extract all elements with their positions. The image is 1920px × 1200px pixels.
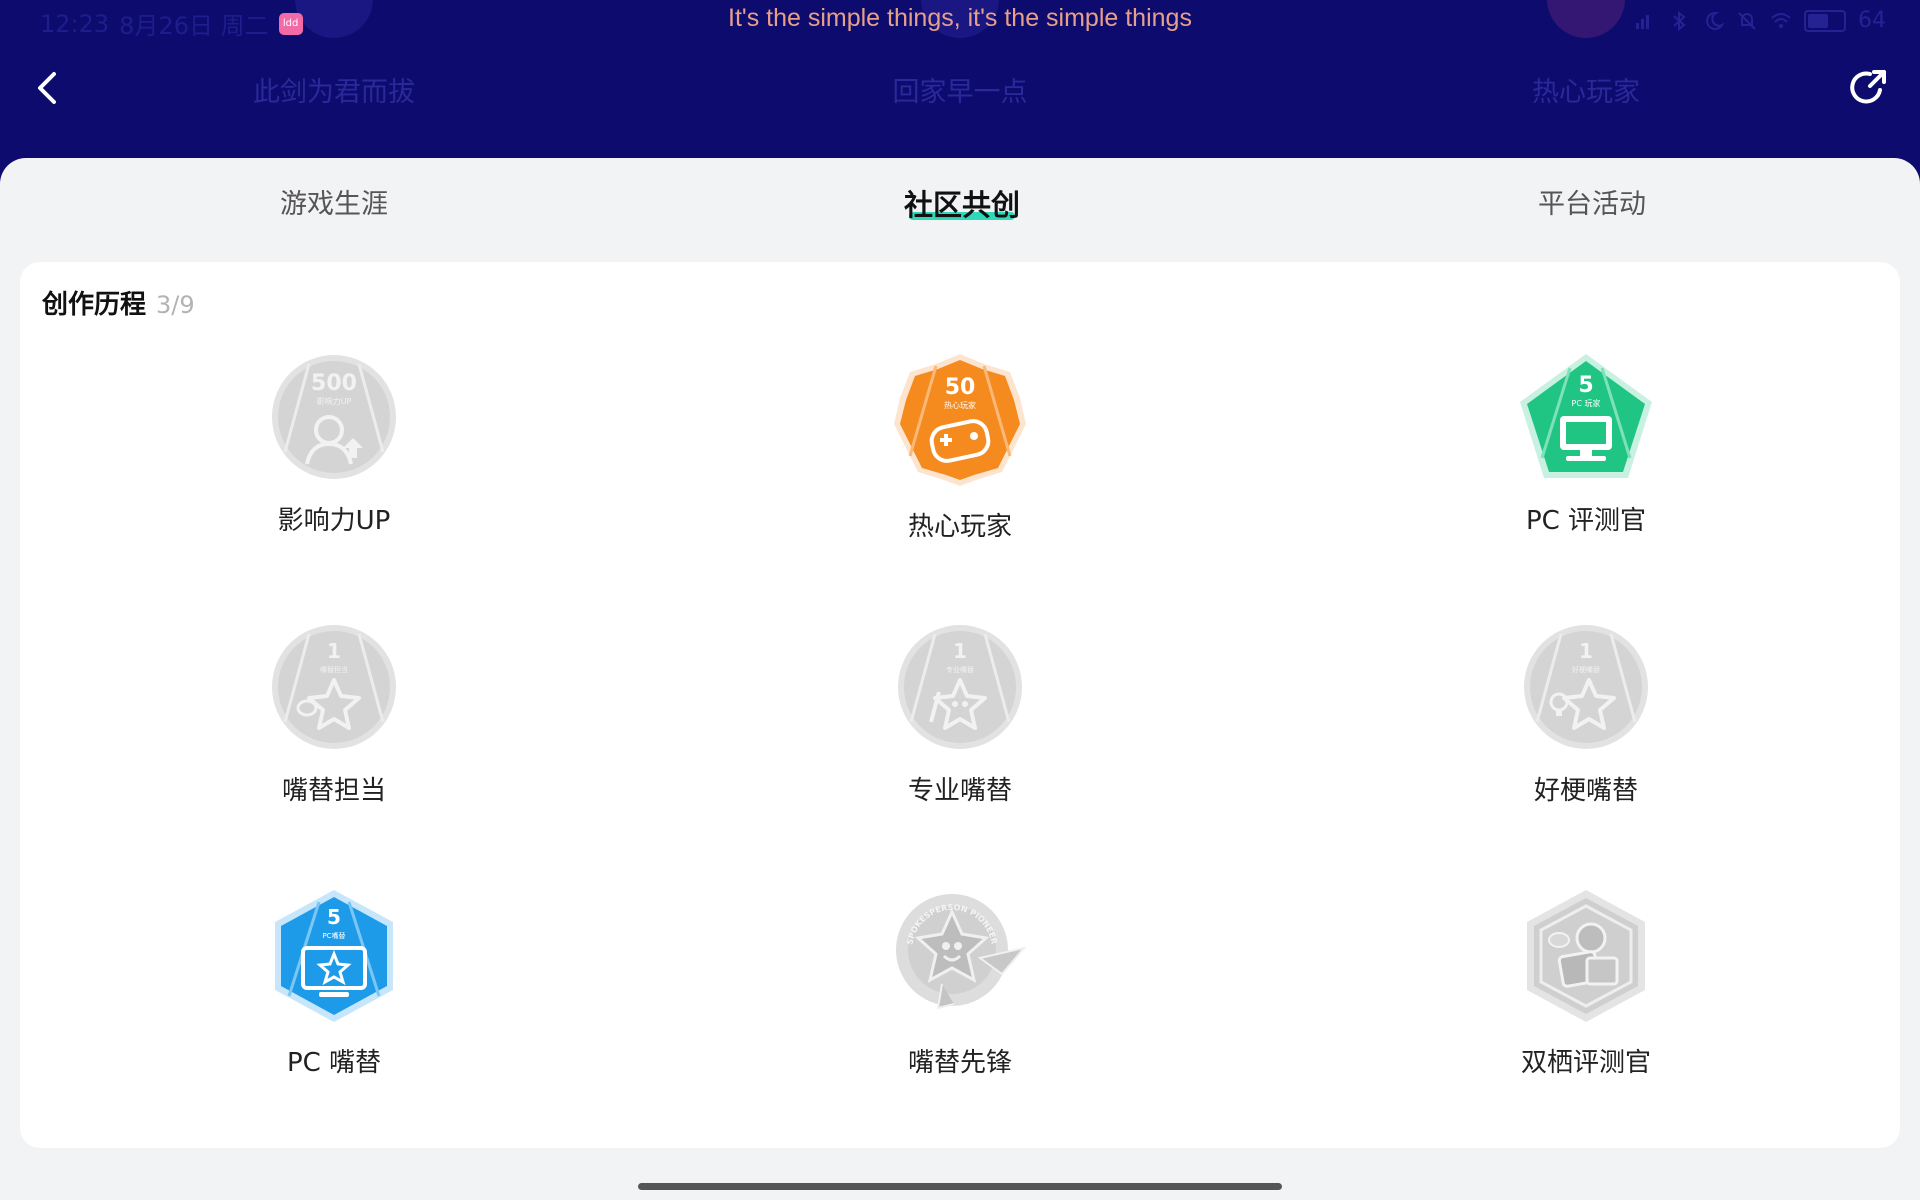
badge-name: 专业嘴替 <box>907 776 1012 806</box>
badge-name: 影响力UP <box>277 506 391 536</box>
good-meme-badge-icon: 1 好梗嘴替 <box>1524 625 1648 749</box>
badge-name: 热心玩家 <box>907 512 1012 542</box>
badge-sub: PC 玩家 <box>1572 398 1601 408</box>
tab-label: 社区共创 <box>903 188 1020 222</box>
badge-item[interactable]: 5 PC嘴替 PC 嘴替 <box>184 888 484 1079</box>
badge-name: PC 嘴替 <box>286 1048 382 1078</box>
achievement-card: 创作历程 3/9 500 影响力UP 影响力UP 50 热心玩家 热心玩家 5 … <box>20 262 1900 1148</box>
badge-number: 1 <box>327 639 341 663</box>
mouthpiece-pioneer-badge-icon: SPOKESPERSON PIONEER <box>896 894 1027 1010</box>
badge-name: 好梗嘴替 <box>1533 776 1638 806</box>
tab-label: 平台活动 <box>1538 189 1646 220</box>
badge-name: PC 评测官 <box>1525 506 1647 536</box>
badge-sub: 专业嘴替 <box>946 665 974 674</box>
tab-bar: 游戏生涯 社区共创 平台活动 <box>0 158 1920 244</box>
tab-platform-events[interactable]: 平台活动 <box>1442 182 1742 221</box>
back-icon[interactable] <box>30 66 66 110</box>
badge-name: 双栖评测官 <box>1520 1048 1651 1078</box>
ghost-label: 此剑为君而拔 <box>253 77 415 108</box>
badge-item[interactable]: 1 专业嘴替 专业嘴替 <box>810 622 1110 807</box>
pc-mouthpiece-badge-icon: 5 PC嘴替 <box>275 890 393 1022</box>
share-icon[interactable] <box>1846 66 1890 110</box>
tab-community[interactable]: 社区共创 <box>812 182 1112 222</box>
badge-name: 嘴替担当 <box>281 776 386 806</box>
section-title-text: 创作历程 <box>42 290 147 320</box>
badge-name: 嘴替先锋 <box>907 1048 1012 1078</box>
enthusiastic-player-badge-icon: 50 热心玩家 <box>894 354 1026 486</box>
content-sheet: 游戏生涯 社区共创 平台活动 创作历程 3/9 500 影响力UP 影响力UP … <box>0 158 1920 1200</box>
badge-item[interactable]: 500 影响力UP 影响力UP <box>184 352 484 537</box>
badge-item[interactable]: 双栖评测官 <box>1436 888 1736 1079</box>
influence-up-badge-icon: 500 影响力UP <box>272 355 396 479</box>
badge-sub: 影响力UP <box>317 396 352 406</box>
lyric-text: It's the simple things, it's the simple … <box>728 4 1192 32</box>
dual-reviewer-badge-icon <box>1527 890 1645 1022</box>
badge-item[interactable]: 1 嘴替担当 嘴替担当 <box>184 622 484 807</box>
header: 此剑为君而拔 回家早一点 热心玩家 12:23 8月26日 周二 ldd 64 … <box>0 0 1920 170</box>
ghost-label: 热心玩家 <box>1532 77 1640 108</box>
badge-number: 500 <box>311 371 357 396</box>
badge-number: 1 <box>1579 639 1593 663</box>
badge-number: 5 <box>327 905 341 929</box>
badge-sub: 热心玩家 <box>944 400 976 410</box>
tab-game-career[interactable]: 游戏生涯 <box>184 182 484 221</box>
badge-number: 50 <box>945 375 976 400</box>
pc-reviewer-badge-icon: 5 PC 玩家 <box>1520 354 1652 478</box>
badge-item[interactable]: 5 PC 玩家 PC 评测官 <box>1436 352 1736 537</box>
badge-number: 5 <box>1578 373 1593 398</box>
section-title: 创作历程 3/9 <box>42 284 195 321</box>
badge-item[interactable]: 50 热心玩家 热心玩家 <box>810 352 1110 543</box>
mouthpiece-badge-icon: 1 嘴替担当 <box>272 625 396 749</box>
section-count: 3/9 <box>156 291 195 319</box>
badge-item[interactable]: 1 好梗嘴替 好梗嘴替 <box>1436 622 1736 807</box>
badge-sub: PC嘴替 <box>322 931 345 940</box>
badge-number: 1 <box>953 639 967 663</box>
ghost-label: 回家早一点 <box>892 77 1028 108</box>
badge-sub: 嘴替担当 <box>320 665 348 674</box>
badge-item[interactable]: SPOKESPERSON PIONEER 嘴替先锋 <box>810 888 1110 1079</box>
home-indicator[interactable] <box>638 1183 1282 1190</box>
pro-mouthpiece-badge-icon: 1 专业嘴替 <box>898 625 1022 749</box>
badge-sub: 好梗嘴替 <box>1572 665 1600 674</box>
tab-label: 游戏生涯 <box>280 189 388 220</box>
